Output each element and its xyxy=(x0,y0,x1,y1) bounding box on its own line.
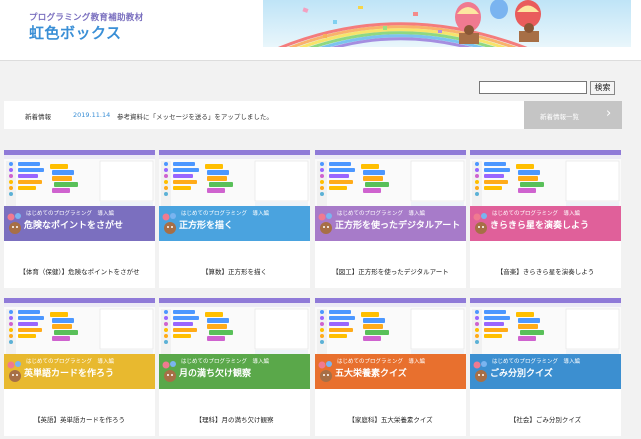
lesson-caption-link[interactable]: 【理科】月の満ち欠け観察 xyxy=(159,414,310,424)
mascot-icon xyxy=(472,213,490,235)
lesson-caption-link[interactable]: 【図工】正方形を使ったデジタルアート xyxy=(315,266,466,276)
lesson-card[interactable]: はじめてのプログラミング 導入編危険なポイントをさがせ【体育（保健）】危険なポイ… xyxy=(4,150,155,288)
lesson-series-label: はじめてのプログラミング 導入編 xyxy=(492,359,581,365)
page: プログラミング教育補助教材 虹色ボックス 検索 新着情報 2019.11.14 … xyxy=(0,0,641,439)
lesson-card[interactable]: はじめてのプログラミング 導入編月の満ち欠け観察【理科】月の満ち欠け観察 xyxy=(159,298,310,436)
lesson-card[interactable]: はじめてのプログラミング 導入編英単語カードを作ろう【英語】英単語カードを作ろう xyxy=(4,298,155,436)
lesson-series-label: はじめてのプログラミング 導入編 xyxy=(337,211,426,217)
mascot-icon xyxy=(6,213,24,235)
lesson-caption-link[interactable]: 【音楽】きらきら星を演奏しよう xyxy=(470,266,621,276)
lesson-caption-link[interactable]: 【社会】ごみ分別クイズ xyxy=(470,414,621,424)
lesson-title: 月の満ち欠け観察 xyxy=(179,369,252,379)
lesson-title: 危険なポイントをさがせ xyxy=(24,221,124,231)
lesson-caption-link[interactable]: 【体育（保健）】危険なポイントをさがせ xyxy=(4,266,155,276)
lesson-title: 五大栄養素クイズ xyxy=(335,369,407,379)
lesson-card[interactable]: はじめてのプログラミング 導入編正方形を描く【算数】正方形を描く xyxy=(159,150,310,288)
lesson-series-label: はじめてのプログラミング 導入編 xyxy=(492,211,581,217)
lesson-title: 正方形を使ったデジタルアート xyxy=(335,221,461,231)
logo-title[interactable]: 虹色ボックス xyxy=(29,22,122,43)
news-list-button[interactable]: 新着情報一覧 › xyxy=(524,101,622,129)
news-list-button-label: 新着情報一覧 xyxy=(540,113,579,121)
mascot-icon xyxy=(317,361,335,383)
header-banner-image xyxy=(263,0,631,47)
search-button[interactable]: 検索 xyxy=(590,81,615,95)
news-label: 新着情報 xyxy=(25,113,51,121)
lesson-card[interactable]: はじめてのプログラミング 導入編きらきら星を演奏しよう【音楽】きらきら星を演奏し… xyxy=(470,150,621,288)
site-header: プログラミング教育補助教材 虹色ボックス xyxy=(0,0,641,61)
search-input[interactable] xyxy=(479,81,587,94)
news-headline-link[interactable]: 参考資料に「メッセージを送る」をアップしました。 xyxy=(117,111,273,121)
lesson-card[interactable]: はじめてのプログラミング 導入編五大栄養素クイズ【家庭科】五大栄養素クイズ xyxy=(315,298,466,436)
lesson-title: 英単語カードを作ろう xyxy=(24,369,115,379)
lesson-caption-link[interactable]: 【英語】英単語カードを作ろう xyxy=(4,414,155,424)
mascot-icon xyxy=(472,361,490,383)
mascot-icon xyxy=(161,213,179,235)
mascot-icon xyxy=(6,361,24,383)
lesson-series-label: はじめてのプログラミング 導入編 xyxy=(181,359,270,365)
lesson-series-label: はじめてのプログラミング 導入編 xyxy=(181,211,270,217)
lesson-series-label: はじめてのプログラミング 導入編 xyxy=(26,359,115,365)
mascot-icon xyxy=(161,361,179,383)
lesson-caption-link[interactable]: 【算数】正方形を描く xyxy=(159,266,310,276)
chevron-right-icon: › xyxy=(606,106,612,121)
lesson-title: きらきら星を演奏しよう xyxy=(490,221,590,231)
news-bar: 新着情報 2019.11.14 参考資料に「メッセージを送る」をアップしました。… xyxy=(4,101,622,129)
lesson-card[interactable]: はじめてのプログラミング 導入編ごみ分別クイズ【社会】ごみ分別クイズ xyxy=(470,298,621,436)
lesson-series-label: はじめてのプログラミング 導入編 xyxy=(337,359,426,365)
lesson-caption-link[interactable]: 【家庭科】五大栄養素クイズ xyxy=(315,414,466,424)
lesson-title: 正方形を描く xyxy=(179,221,234,231)
news-date: 2019.11.14 xyxy=(73,111,111,119)
lesson-title: ごみ分別クイズ xyxy=(490,369,553,379)
rainbow-balloon-illustration xyxy=(263,0,631,47)
lesson-card[interactable]: はじめてのプログラミング 導入編正方形を使ったデジタルアート【図工】正方形を使っ… xyxy=(315,150,466,288)
mascot-icon xyxy=(317,213,335,235)
lesson-series-label: はじめてのプログラミング 導入編 xyxy=(26,211,115,217)
